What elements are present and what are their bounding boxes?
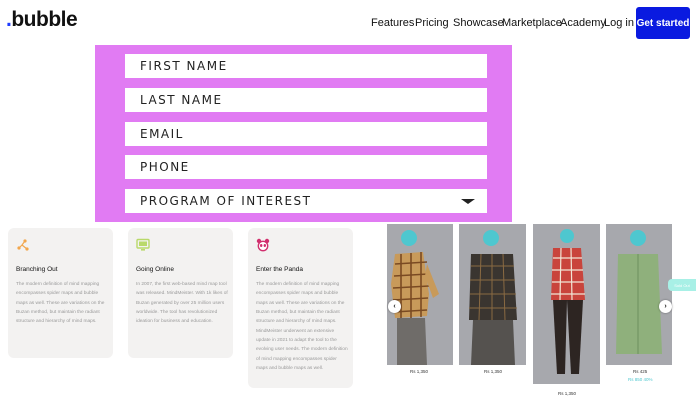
model-shirt-image (616, 230, 662, 354)
chevron-left-icon[interactable]: ‹ (388, 300, 401, 313)
product-price-1: Rs 1,350 (410, 369, 429, 374)
model-shirt-image (469, 230, 517, 365)
sold-out-badge: Sold Out (668, 279, 696, 291)
phone-placeholder: PHONE (140, 160, 190, 174)
nav-pricing[interactable]: Pricing (415, 17, 449, 29)
caret-down-icon (461, 199, 475, 204)
chevron-right-icon[interactable]: › (659, 300, 672, 313)
product-price-2: Rs 1,350 (484, 369, 503, 374)
card-branching-out: Branching Out The modern definition of m… (8, 228, 113, 358)
model-shirt-image (391, 230, 439, 365)
email-field[interactable]: EMAIL (125, 122, 487, 146)
signup-form: FIRST NAME LAST NAME EMAIL PHONE PROGRAM… (95, 45, 512, 222)
card-going-online: Going Online In 2007, the first web-base… (128, 228, 233, 358)
nav-features[interactable]: Features (371, 17, 414, 29)
top-navbar: .bubble Features Pricing Showcase Market… (0, 0, 700, 45)
last-name-field[interactable]: LAST NAME (125, 88, 487, 112)
program-select-label: PROGRAM OF INTEREST (140, 194, 312, 208)
bubble-logo[interactable]: .bubble (6, 8, 78, 32)
monitor-icon (136, 238, 150, 251)
last-name-placeholder: LAST NAME (140, 93, 223, 107)
model-shirt-image (551, 229, 585, 374)
product-price-4: Rs 425 (633, 369, 648, 374)
logo-text: bubble (11, 8, 78, 31)
product-image-4[interactable] (606, 224, 672, 365)
program-select[interactable]: PROGRAM OF INTEREST (125, 189, 487, 213)
card-body: In 2007, the first web-based mind map to… (136, 282, 228, 325)
product-image-3[interactable] (533, 224, 600, 384)
product-image-1[interactable] (387, 224, 453, 365)
first-name-field[interactable]: FIRST NAME (125, 54, 487, 78)
card-body: The modern definition of mind mapping en… (16, 282, 105, 325)
panda-icon (256, 238, 270, 252)
nav-showcase[interactable]: Showcase (453, 17, 504, 29)
page: .bubble Features Pricing Showcase Market… (0, 0, 700, 400)
phone-field[interactable]: PHONE (125, 155, 487, 179)
card-title: Enter the Panda (256, 266, 303, 273)
nav-marketplace[interactable]: Marketplace (502, 17, 562, 29)
email-placeholder: EMAIL (140, 127, 184, 141)
first-name-placeholder: FIRST NAME (140, 59, 228, 73)
nav-academy[interactable]: Academy (560, 17, 606, 29)
get-started-button[interactable]: Get started (636, 7, 690, 39)
card-title: Going Online (136, 266, 174, 273)
product-image-2[interactable] (459, 224, 526, 365)
branching-icon (17, 239, 29, 251)
card-body: The modern definition of mind mapping en… (256, 282, 348, 372)
product-price-note: Rs 850 40% (628, 377, 653, 382)
product-price-3: Rs 1,350 (558, 391, 577, 396)
card-title: Branching Out (16, 266, 58, 273)
card-enter-the-panda: Enter the Panda The modern definition of… (248, 228, 353, 388)
login-link[interactable]: Log in (604, 17, 634, 29)
